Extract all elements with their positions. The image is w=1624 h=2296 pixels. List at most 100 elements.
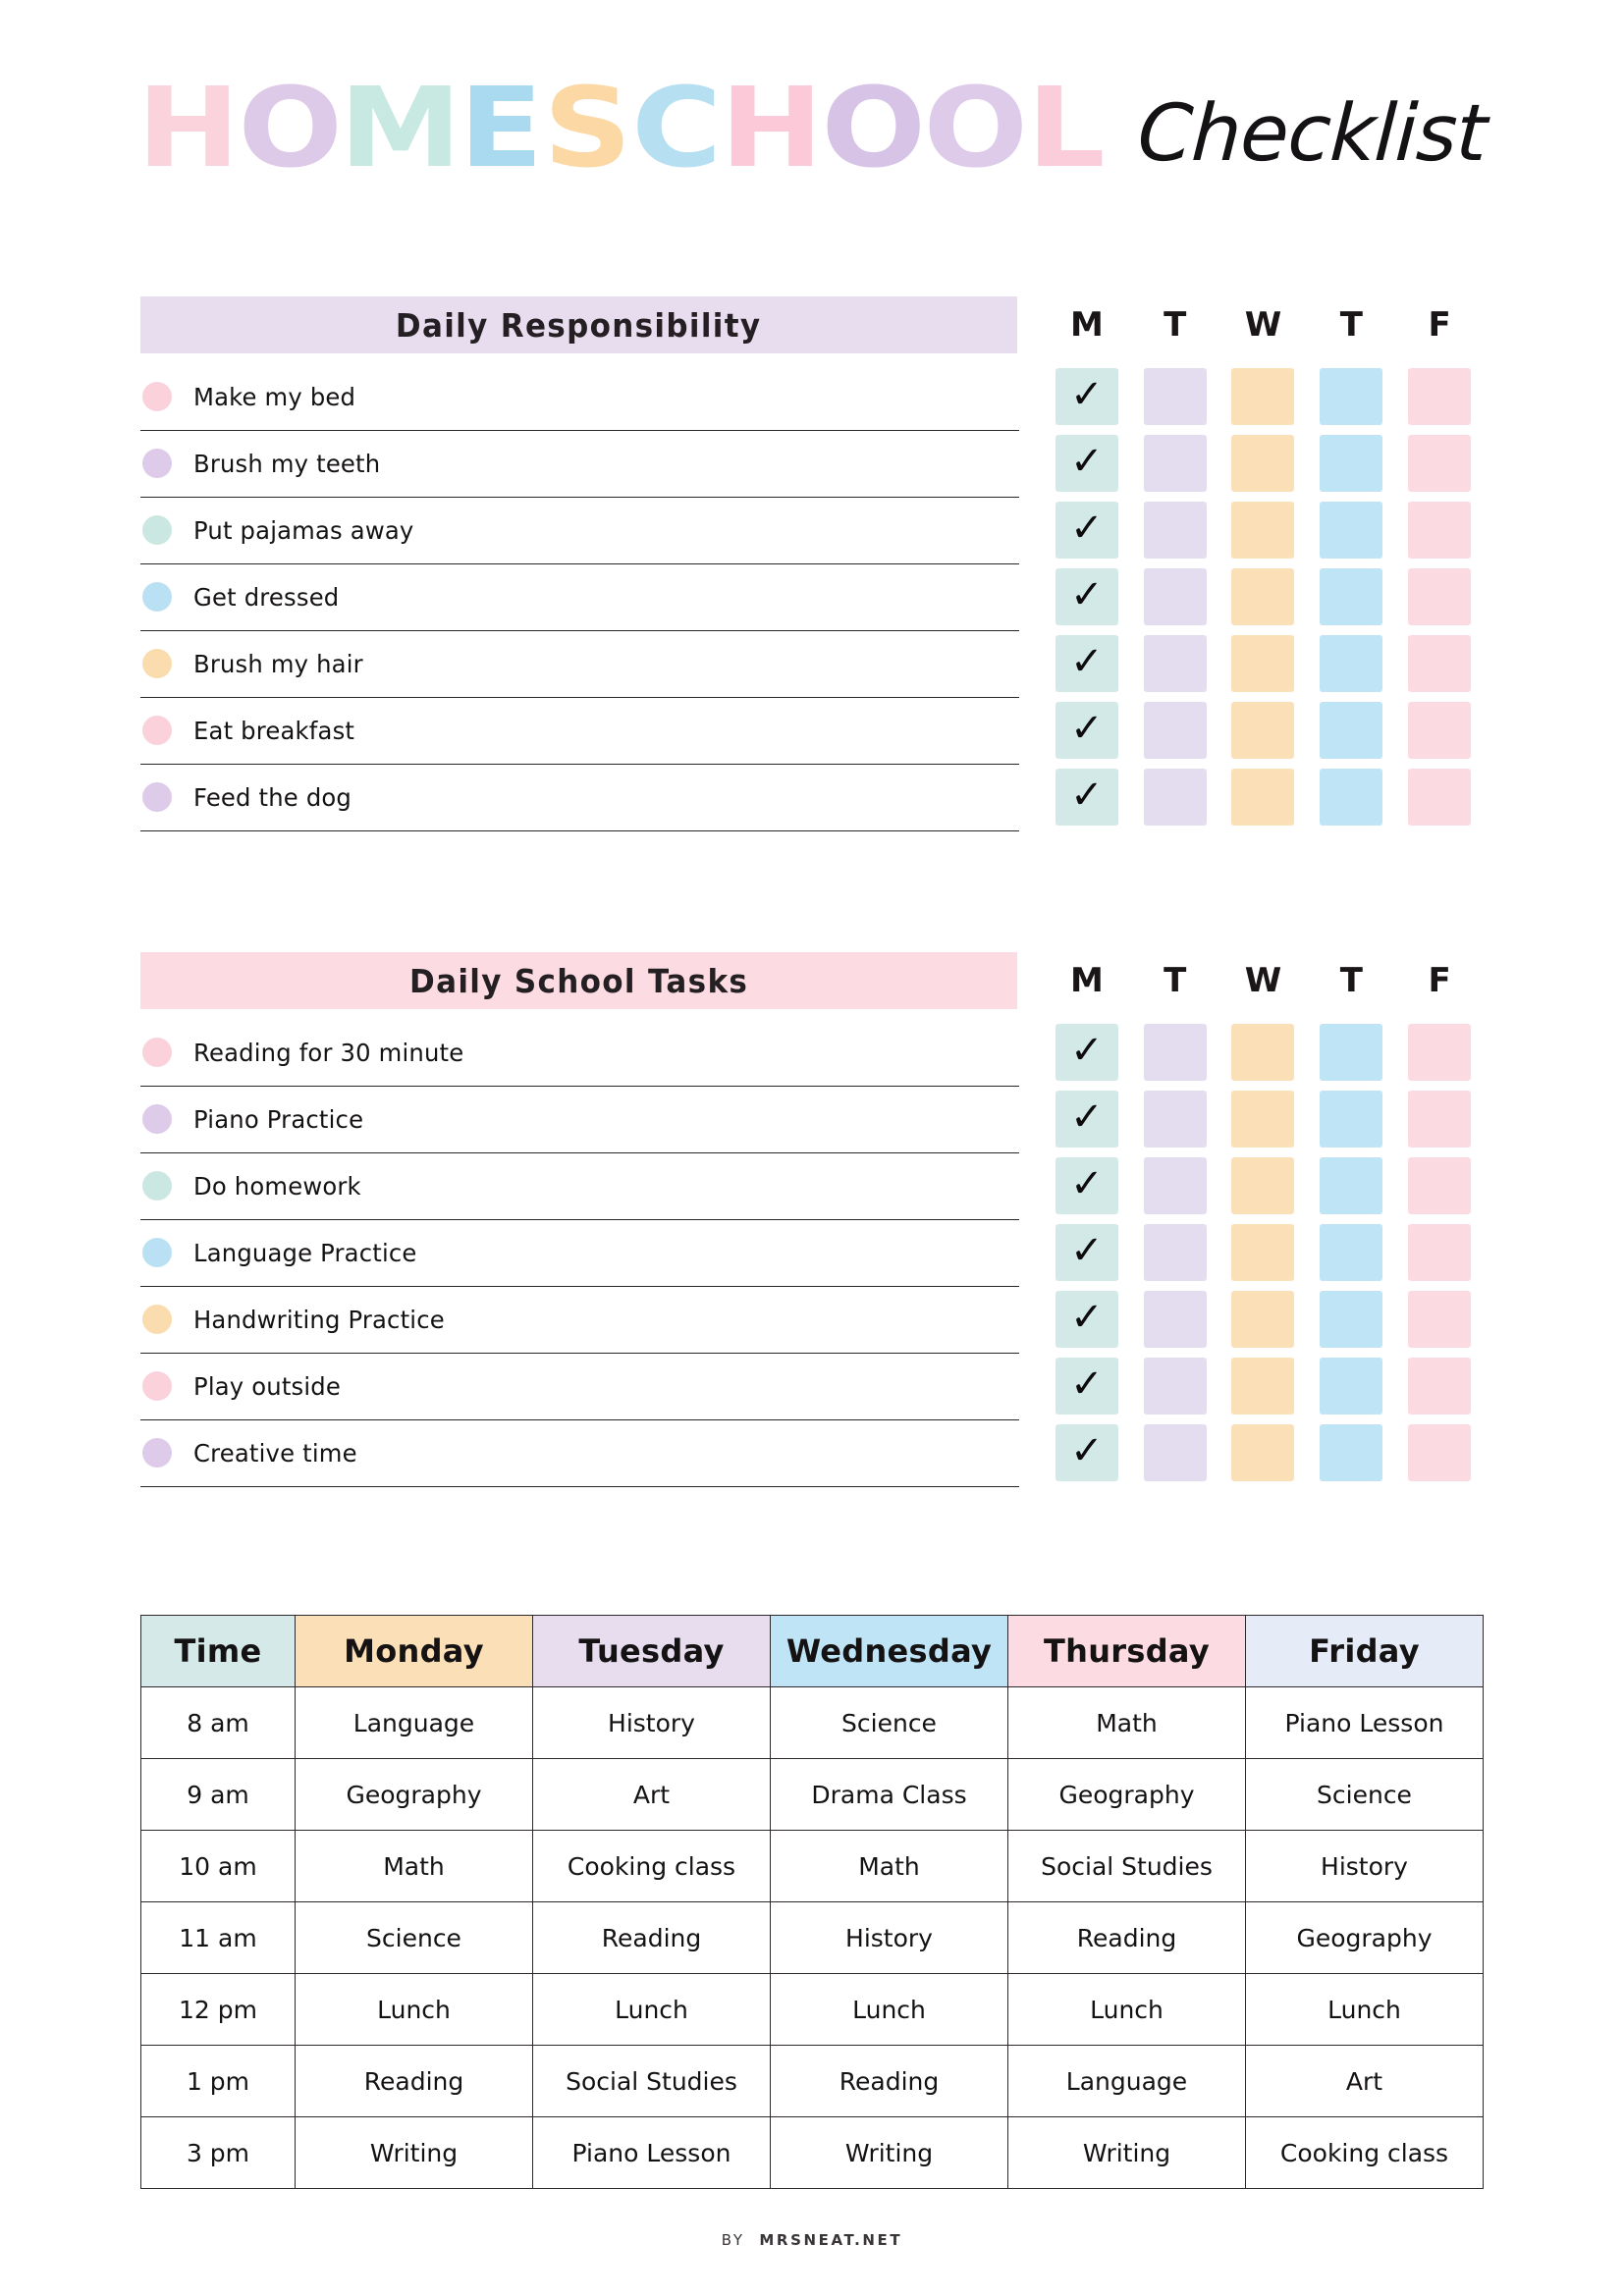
schedule-subject-cell[interactable]: Writing: [770, 2116, 1008, 2189]
schedule-subject-cell[interactable]: Geography: [295, 1758, 533, 1831]
checkbox-t-0[interactable]: [1143, 1024, 1207, 1081]
schedule-subject-cell[interactable]: Geography: [1245, 1901, 1484, 1974]
schedule-time-cell[interactable]: 1 pm: [140, 2045, 296, 2117]
schedule-subject-cell[interactable]: Geography: [1007, 1758, 1246, 1831]
checkbox-t-6[interactable]: [1143, 769, 1207, 826]
checkbox-w-6[interactable]: [1231, 769, 1295, 826]
checkbox-m-0[interactable]: ✓: [1055, 368, 1118, 425]
checkbox-t-4[interactable]: [1143, 635, 1207, 692]
schedule-subject-cell[interactable]: Reading: [1007, 1901, 1246, 1974]
checkbox-m-2[interactable]: ✓: [1055, 502, 1118, 559]
schedule-subject-cell[interactable]: Social Studies: [532, 2045, 771, 2117]
checkbox-t-5[interactable]: [1143, 1358, 1207, 1415]
checkbox-t-6[interactable]: [1143, 1424, 1207, 1481]
checkbox-t-4[interactable]: [1143, 1291, 1207, 1348]
schedule-subject-cell[interactable]: Lunch: [295, 1973, 533, 2046]
schedule-subject-cell[interactable]: Writing: [1007, 2116, 1246, 2189]
schedule-subject-cell[interactable]: Reading: [532, 1901, 771, 1974]
checkbox-t-3[interactable]: [1320, 1224, 1383, 1281]
checkbox-t-1[interactable]: [1320, 1091, 1383, 1148]
checkbox-w-0[interactable]: [1231, 368, 1295, 425]
checkbox-m-4[interactable]: ✓: [1055, 635, 1118, 692]
checkbox-t-2[interactable]: [1320, 502, 1383, 559]
checkbox-w-4[interactable]: [1231, 1291, 1295, 1348]
checkbox-t-6[interactable]: [1320, 769, 1383, 826]
footer-site-label[interactable]: MRSNEAT.NET: [759, 2231, 902, 2249]
schedule-time-cell[interactable]: 9 am: [140, 1758, 296, 1831]
checkbox-t-0[interactable]: [1320, 1024, 1383, 1081]
schedule-subject-cell[interactable]: Math: [770, 1830, 1008, 1902]
checkbox-w-4[interactable]: [1231, 635, 1295, 692]
checkbox-t-4[interactable]: [1320, 1291, 1383, 1348]
schedule-subject-cell[interactable]: History: [1245, 1830, 1484, 1902]
schedule-subject-cell[interactable]: Reading: [295, 2045, 533, 2117]
checkbox-t-2[interactable]: [1320, 1157, 1383, 1214]
checkbox-m-5[interactable]: ✓: [1055, 702, 1118, 759]
checkbox-w-1[interactable]: [1231, 435, 1295, 492]
checkbox-m-1[interactable]: ✓: [1055, 435, 1118, 492]
schedule-subject-cell[interactable]: Lunch: [1007, 1973, 1246, 2046]
schedule-subject-cell[interactable]: Lunch: [770, 1973, 1008, 2046]
checkbox-f-1[interactable]: [1408, 435, 1472, 492]
checkbox-w-3[interactable]: [1231, 1224, 1295, 1281]
checkbox-m-3[interactable]: ✓: [1055, 1224, 1118, 1281]
checkbox-t-5[interactable]: [1143, 702, 1207, 759]
checkbox-f-0[interactable]: [1408, 1024, 1472, 1081]
checkbox-t-3[interactable]: [1320, 568, 1383, 625]
checkbox-f-6[interactable]: [1408, 1424, 1472, 1481]
checkbox-m-6[interactable]: ✓: [1055, 769, 1118, 826]
schedule-subject-cell[interactable]: Language: [295, 1686, 533, 1759]
checkbox-w-6[interactable]: [1231, 1424, 1295, 1481]
checkbox-f-4[interactable]: [1408, 635, 1472, 692]
checkbox-w-5[interactable]: [1231, 702, 1295, 759]
checkbox-t-6[interactable]: [1320, 1424, 1383, 1481]
checkbox-f-5[interactable]: [1408, 702, 1472, 759]
checkbox-f-3[interactable]: [1408, 1224, 1472, 1281]
checkbox-m-1[interactable]: ✓: [1055, 1091, 1118, 1148]
checkbox-t-0[interactable]: [1143, 368, 1207, 425]
checkbox-m-0[interactable]: ✓: [1055, 1024, 1118, 1081]
checkbox-m-3[interactable]: ✓: [1055, 568, 1118, 625]
checkbox-t-3[interactable]: [1143, 1224, 1207, 1281]
checkbox-f-5[interactable]: [1408, 1358, 1472, 1415]
schedule-time-cell[interactable]: 12 pm: [140, 1973, 296, 2046]
checkbox-f-3[interactable]: [1408, 568, 1472, 625]
schedule-subject-cell[interactable]: Reading: [770, 2045, 1008, 2117]
schedule-subject-cell[interactable]: History: [770, 1901, 1008, 1974]
checkbox-f-2[interactable]: [1408, 502, 1472, 559]
schedule-subject-cell[interactable]: Science: [770, 1686, 1008, 1759]
schedule-time-cell[interactable]: 10 am: [140, 1830, 296, 1902]
checkbox-t-1[interactable]: [1143, 1091, 1207, 1148]
schedule-subject-cell[interactable]: Math: [295, 1830, 533, 1902]
schedule-subject-cell[interactable]: Cooking class: [532, 1830, 771, 1902]
checkbox-f-1[interactable]: [1408, 1091, 1472, 1148]
checkbox-f-2[interactable]: [1408, 1157, 1472, 1214]
schedule-subject-cell[interactable]: Art: [532, 1758, 771, 1831]
schedule-subject-cell[interactable]: Piano Lesson: [1245, 1686, 1484, 1759]
checkbox-w-2[interactable]: [1231, 502, 1295, 559]
schedule-subject-cell[interactable]: Lunch: [532, 1973, 771, 2046]
checkbox-t-2[interactable]: [1143, 1157, 1207, 1214]
checkbox-t-4[interactable]: [1320, 635, 1383, 692]
schedule-subject-cell[interactable]: Drama Class: [770, 1758, 1008, 1831]
checkbox-w-0[interactable]: [1231, 1024, 1295, 1081]
schedule-time-cell[interactable]: 11 am: [140, 1901, 296, 1974]
checkbox-t-1[interactable]: [1320, 435, 1383, 492]
schedule-subject-cell[interactable]: Math: [1007, 1686, 1246, 1759]
checkbox-w-5[interactable]: [1231, 1358, 1295, 1415]
schedule-subject-cell[interactable]: Science: [1245, 1758, 1484, 1831]
schedule-subject-cell[interactable]: Lunch: [1245, 1973, 1484, 2046]
checkbox-t-2[interactable]: [1143, 502, 1207, 559]
checkbox-w-2[interactable]: [1231, 1157, 1295, 1214]
checkbox-f-0[interactable]: [1408, 368, 1472, 425]
schedule-subject-cell[interactable]: Language: [1007, 2045, 1246, 2117]
schedule-subject-cell[interactable]: Writing: [295, 2116, 533, 2189]
checkbox-m-5[interactable]: ✓: [1055, 1358, 1118, 1415]
checkbox-m-6[interactable]: ✓: [1055, 1424, 1118, 1481]
checkbox-f-4[interactable]: [1408, 1291, 1472, 1348]
schedule-subject-cell[interactable]: Cooking class: [1245, 2116, 1484, 2189]
schedule-subject-cell[interactable]: Social Studies: [1007, 1830, 1246, 1902]
schedule-subject-cell[interactable]: History: [532, 1686, 771, 1759]
checkbox-m-4[interactable]: ✓: [1055, 1291, 1118, 1348]
checkbox-t-5[interactable]: [1320, 702, 1383, 759]
